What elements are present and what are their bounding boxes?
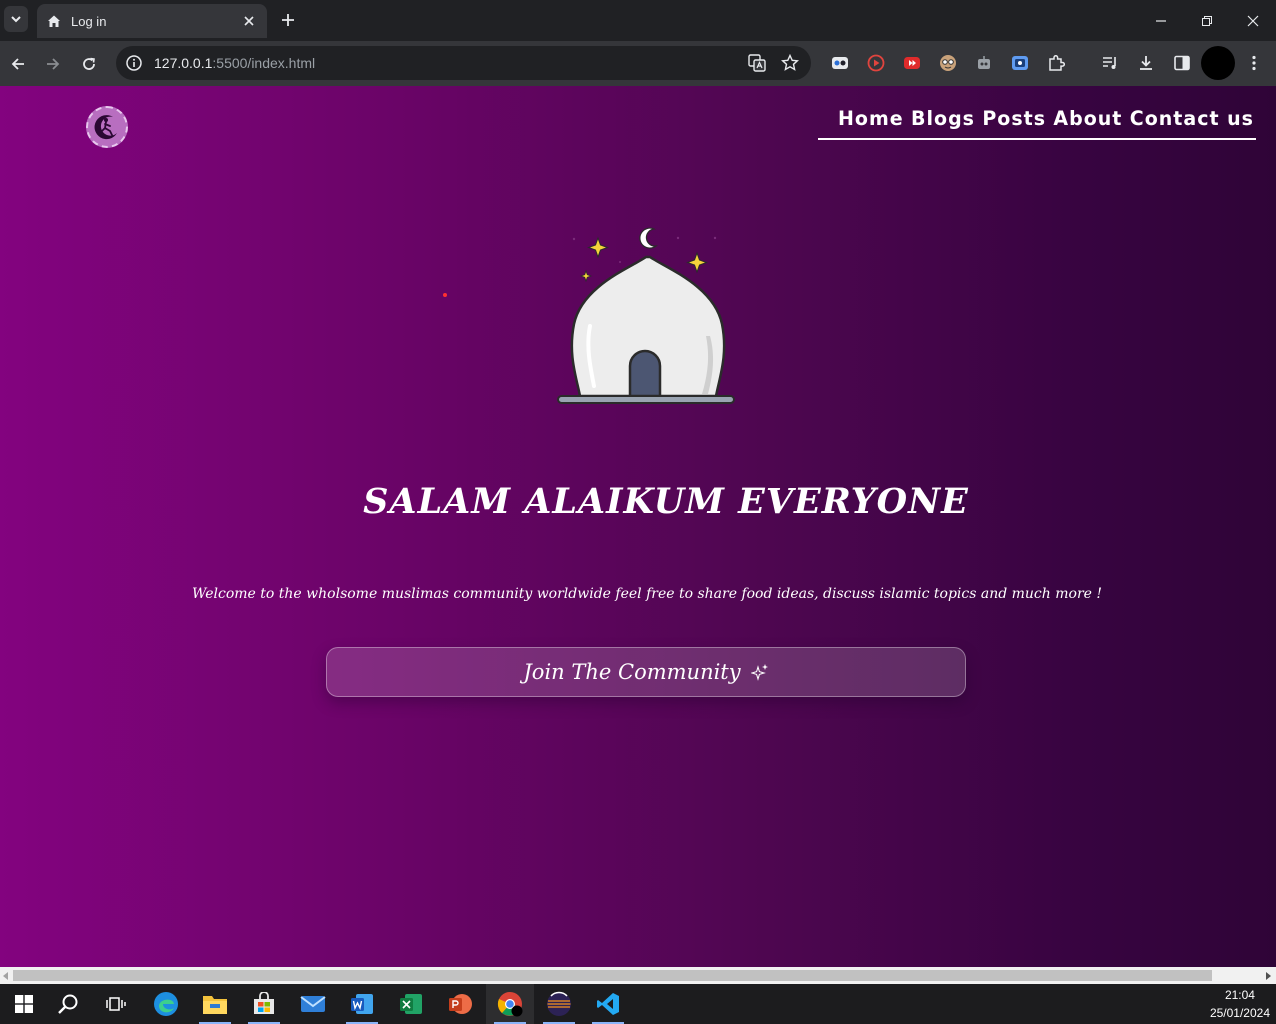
word-icon <box>351 994 373 1014</box>
extension-robot-icon[interactable] <box>973 52 995 74</box>
edge-icon <box>154 992 178 1016</box>
taskbar-vscode[interactable] <box>584 984 632 1024</box>
taskbar-chrome[interactable] <box>486 984 534 1024</box>
taskbar-eclipse[interactable] <box>535 984 583 1024</box>
windows-logo-icon <box>15 995 33 1013</box>
chevron-down-icon <box>11 16 21 23</box>
tab-strip: Log in <box>0 0 1276 41</box>
extension-translator-icon[interactable] <box>829 52 851 74</box>
nav-about[interactable]: About <box>1053 105 1122 139</box>
vscode-icon <box>597 993 619 1015</box>
join-community-label: Join The Community <box>523 660 741 684</box>
scroll-right-arrow-icon[interactable] <box>1264 971 1272 980</box>
tab-search-button[interactable] <box>4 6 28 32</box>
system-clock[interactable]: 21:04 25/01/2024 <box>1210 986 1270 1022</box>
close-tab-icon[interactable] <box>241 13 257 29</box>
sparkles-icon <box>750 663 769 681</box>
forward-button[interactable] <box>38 49 68 79</box>
close-window-button[interactable] <box>1230 0 1276 41</box>
url-text: 127.0.0.1:5500/index.html <box>154 55 315 71</box>
main-nav: Home Blogs Posts About Contact us <box>818 106 1256 140</box>
back-arrow-icon <box>11 58 24 70</box>
media-queue-icon[interactable] <box>1099 52 1121 74</box>
menu-kebab-icon[interactable] <box>1243 52 1265 74</box>
windows-taskbar: 21:04 25/01/2024 <box>0 984 1276 1024</box>
browser-toolbar: 127.0.0.1:5500/index.html <box>0 41 1276 86</box>
crescent-figure-logo-icon <box>94 115 117 140</box>
taskbar-store[interactable] <box>240 984 288 1024</box>
taskbar-edge[interactable] <box>142 984 190 1024</box>
chrome-icon <box>497 992 523 1017</box>
nav-posts[interactable]: Posts <box>982 105 1046 139</box>
reload-button[interactable] <box>74 49 104 79</box>
powerpoint-icon <box>449 994 472 1014</box>
hero-heading: SALAM ALAIKUM EVERYONE <box>363 481 969 522</box>
taskbar-file-explorer[interactable] <box>191 984 239 1024</box>
store-icon <box>254 992 274 1014</box>
taskbar-excel[interactable] <box>387 984 435 1024</box>
join-community-button[interactable]: Join The Community <box>326 647 966 697</box>
start-button[interactable] <box>0 984 48 1024</box>
back-button[interactable] <box>3 49 33 79</box>
site-info-icon[interactable] <box>124 53 144 73</box>
home-icon <box>47 13 63 29</box>
restore-icon <box>1202 15 1212 26</box>
minimize-icon <box>1156 19 1166 22</box>
minimize-button[interactable] <box>1138 0 1184 41</box>
page-viewport: Home Blogs Posts About Contact us SALAM … <box>0 86 1276 967</box>
scrollbar-thumb[interactable] <box>13 970 1212 981</box>
clock-date: 25/01/2024 <box>1209 1006 1270 1020</box>
site-logo[interactable] <box>86 106 128 148</box>
taskbar-mail[interactable] <box>289 984 337 1024</box>
mail-icon <box>300 996 326 1012</box>
side-panel-icon[interactable] <box>1171 52 1193 74</box>
url-host: 127.0.0.1 <box>154 55 213 71</box>
folder-icon <box>203 996 227 1014</box>
address-bar[interactable]: 127.0.0.1:5500/index.html <box>116 46 811 80</box>
mosque-illustration-icon <box>557 227 735 404</box>
clock-time: 21:04 <box>1224 988 1255 1002</box>
excel-icon <box>400 994 422 1014</box>
nav-contact-us[interactable]: Contact us <box>1130 105 1254 139</box>
download-icon[interactable] <box>1135 52 1157 74</box>
extension-play-icon[interactable] <box>865 52 887 74</box>
decorative-dot <box>443 293 447 297</box>
taskbar-word[interactable] <box>338 984 386 1024</box>
profile-avatar[interactable] <box>1201 46 1235 80</box>
task-view-button[interactable] <box>92 984 140 1024</box>
browser-tab[interactable]: Log in <box>37 4 267 38</box>
translate-icon[interactable] <box>747 53 767 73</box>
welcome-text: Welcome to the wholsome muslimas communi… <box>191 586 1102 602</box>
scroll-left-arrow-icon[interactable] <box>2 971 10 980</box>
nav-blogs[interactable]: Blogs <box>911 105 975 139</box>
taskbar-powerpoint[interactable] <box>436 984 484 1024</box>
url-path: :5500/index.html <box>212 55 316 71</box>
search-icon <box>58 994 78 1014</box>
extensions-puzzle-icon[interactable] <box>1045 52 1067 74</box>
reload-icon <box>83 57 95 70</box>
task-view-icon <box>106 997 126 1011</box>
close-icon <box>1247 15 1259 26</box>
forward-arrow-icon <box>47 58 60 70</box>
tab-title: Log in <box>71 13 107 29</box>
plus-icon <box>282 14 294 26</box>
taskbar-search-button[interactable] <box>44 984 92 1024</box>
eclipse-icon <box>547 991 571 1016</box>
nav-home[interactable]: Home <box>838 105 904 139</box>
restore-button[interactable] <box>1184 0 1230 41</box>
new-tab-button[interactable] <box>276 8 300 32</box>
extension-screen-icon[interactable] <box>1009 52 1031 74</box>
bookmark-star-icon[interactable] <box>780 53 800 73</box>
extension-youtube-icon[interactable] <box>901 52 923 74</box>
extension-avatar-icon[interactable] <box>937 52 959 74</box>
horizontal-scrollbar[interactable] <box>0 967 1276 984</box>
